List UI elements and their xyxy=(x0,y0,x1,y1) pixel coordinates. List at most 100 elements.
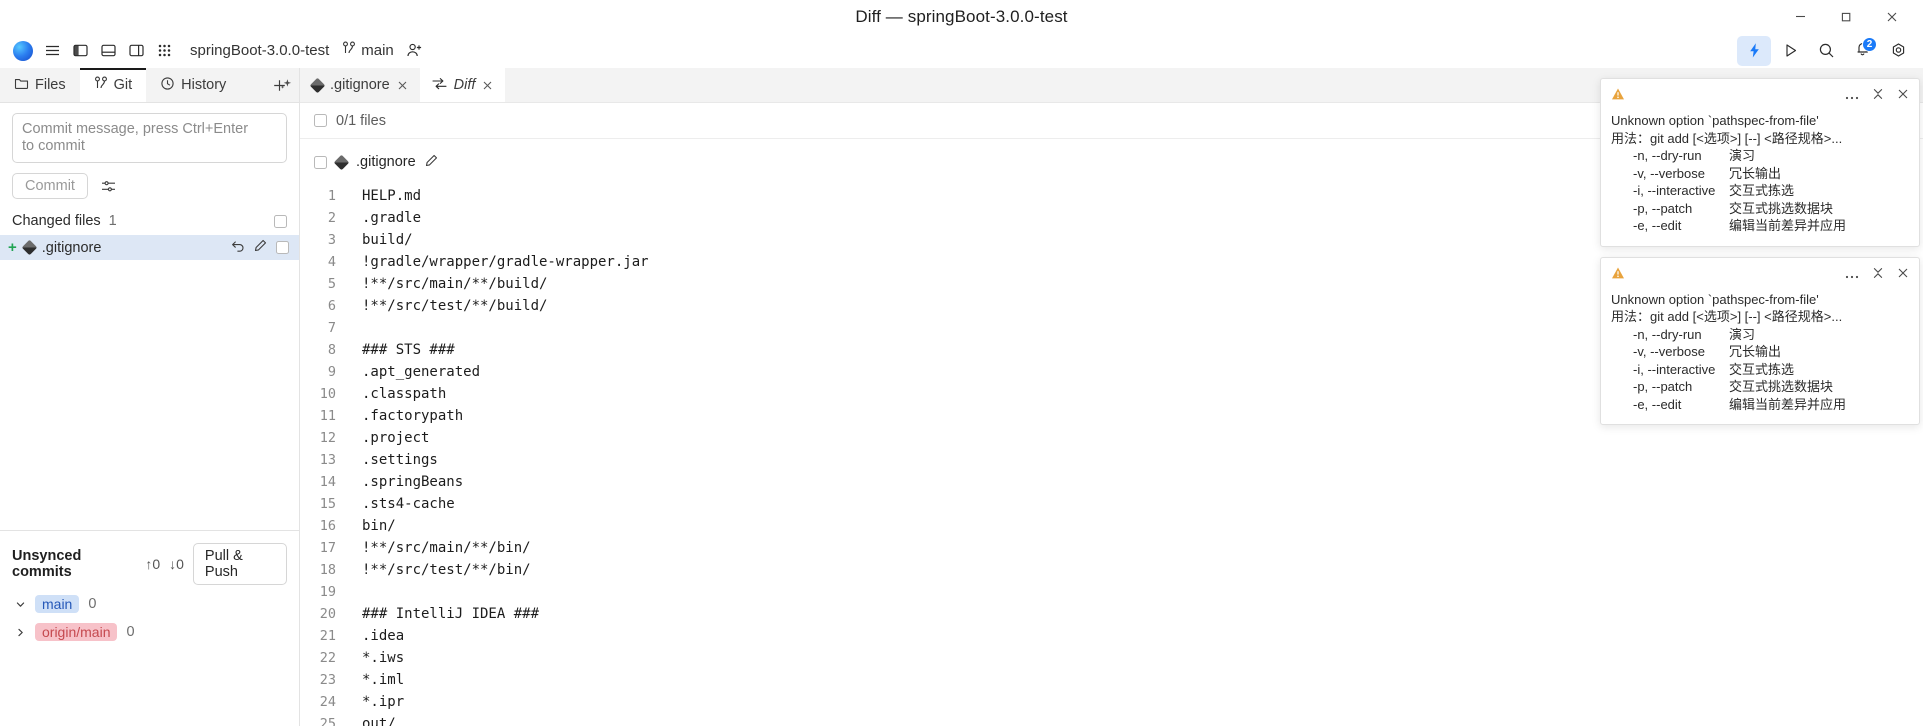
sidebar-tab-history[interactable]: History xyxy=(146,68,241,102)
editor-tab-diff[interactable]: Diff xyxy=(419,68,506,102)
panel-left-icon[interactable] xyxy=(66,37,94,65)
line-text: !**/src/main/**/build/ xyxy=(362,276,548,292)
option-flag: -i, --interactive xyxy=(1633,361,1716,377)
add-user-icon[interactable] xyxy=(401,37,429,65)
more-options-icon[interactable] xyxy=(1845,266,1859,282)
notification-option-row: -v, --verbose 冗长输出 xyxy=(1611,165,1909,183)
commit-message-input[interactable]: Commit message, press Ctrl+Enter to comm… xyxy=(12,113,287,163)
chevron-down-icon[interactable] xyxy=(14,599,26,610)
notification-option-row: -n, --dry-run 演习 xyxy=(1611,147,1909,165)
notification-option-row: -n, --dry-run 演习 xyxy=(1611,326,1909,344)
unsynced-branch-origin-main[interactable]: origin/main 0 xyxy=(0,613,299,641)
search-icon[interactable] xyxy=(1809,36,1843,66)
lightning-bolt-icon[interactable] xyxy=(1737,35,1771,66)
diff-select-all-checkbox[interactable] xyxy=(314,114,327,127)
notification-toast: Unknown option `pathspec-from-file' 用法：gi… xyxy=(1600,256,1920,425)
sliders-icon[interactable] xyxy=(100,178,117,195)
line-text: !gradle/wrapper/gradle-wrapper.jar xyxy=(362,254,649,270)
line-text: HELP.md xyxy=(362,188,422,204)
close-icon[interactable] xyxy=(1897,87,1909,103)
minimize-icon[interactable] xyxy=(1777,0,1823,33)
code-line: 16 bin/ xyxy=(300,515,1923,537)
line-text: *.iws xyxy=(362,650,405,666)
option-description: 交互式挑选数据块 xyxy=(1729,379,1834,394)
line-number: 24 xyxy=(319,694,336,710)
line-number: 11 xyxy=(319,408,336,424)
notification-option-row: -p, --patch 交互式挑选数据块 xyxy=(1611,200,1909,218)
sidebar-tab-history-label: History xyxy=(181,77,227,93)
revert-arrow-icon[interactable] xyxy=(231,239,245,256)
line-number: 22 xyxy=(319,650,336,666)
maximize-icon[interactable] xyxy=(1823,0,1869,33)
line-number: 23 xyxy=(319,672,336,688)
sidebar-file-row-gitignore[interactable]: + .gitignore xyxy=(0,235,299,260)
pencil-icon[interactable] xyxy=(254,239,267,256)
option-flag: -p, --patch xyxy=(1633,379,1693,394)
notification-error-line: Unknown option `pathspec-from-file' xyxy=(1611,113,1819,128)
code-line: 25 out/ xyxy=(300,713,1923,726)
editor-tab-gitignore[interactable]: .gitignore xyxy=(300,68,420,102)
line-text: build/ xyxy=(362,232,413,248)
sidebar-tab-files-label: Files xyxy=(35,77,66,93)
option-description: 冗长输出 xyxy=(1729,165,1782,181)
changed-files-select-all-checkbox[interactable] xyxy=(274,214,287,228)
notification-actions xyxy=(1845,87,1909,103)
app-window: Diff — springBoot-3.0.0-test springBoot-… xyxy=(0,0,1923,726)
changed-files-count: 1 xyxy=(108,213,117,229)
pencil-icon[interactable] xyxy=(425,154,438,171)
line-text: out/ xyxy=(362,716,396,726)
code-line: 24 *.ipr xyxy=(300,691,1923,713)
close-icon[interactable] xyxy=(482,80,493,91)
app-logo-icon[interactable] xyxy=(8,37,38,65)
sidebar: Files Git History Commit message, press … xyxy=(0,68,300,726)
option-description: 演习 xyxy=(1729,326,1756,342)
code-line: 15 .sts4-cache xyxy=(300,493,1923,515)
sidebar-tab-git[interactable]: Git xyxy=(79,68,147,102)
line-text: .sts4-cache xyxy=(362,496,455,512)
option-description: 交互式拣选 xyxy=(1729,361,1795,377)
notification-badge: 2 xyxy=(1862,36,1877,52)
pull-push-button[interactable]: Pull & Push xyxy=(192,543,287,585)
project-name[interactable]: springBoot-3.0.0-test xyxy=(184,38,335,64)
option-description: 交互式挑选数据块 xyxy=(1729,200,1834,216)
commit-message-area: Commit message, press Ctrl+Enter to comm… xyxy=(0,79,299,163)
sparkle-ai-icon[interactable] xyxy=(279,77,293,96)
notification-bell-button[interactable]: 2 xyxy=(1845,36,1879,66)
sidebar-file-actions xyxy=(231,239,289,256)
toolbar-right-actions: 2 xyxy=(1737,33,1915,68)
panel-bottom-icon[interactable] xyxy=(94,37,122,65)
panel-right-icon[interactable] xyxy=(122,37,150,65)
more-options-icon[interactable] xyxy=(1845,87,1859,103)
notification-option-row: -e, --edit 编辑当前差异并应用 xyxy=(1611,217,1909,235)
hamburger-menu-icon[interactable] xyxy=(38,37,66,65)
option-flag: -v, --verbose xyxy=(1633,165,1705,181)
sidebar-file-stage-checkbox[interactable] xyxy=(276,241,289,254)
collapse-icon[interactable] xyxy=(1872,266,1884,282)
line-text: .factorypath xyxy=(362,408,464,424)
line-number: 14 xyxy=(319,474,336,490)
sidebar-tab-files[interactable]: Files xyxy=(0,68,80,102)
gear-icon[interactable] xyxy=(1881,36,1915,66)
chevron-right-icon[interactable] xyxy=(14,627,26,638)
app-grid-icon[interactable] xyxy=(150,37,178,65)
code-line: 17 !**/src/main/**/bin/ xyxy=(300,537,1923,559)
diff-file-checkbox[interactable] xyxy=(314,155,327,169)
unsynced-commits-panel: Unsynced commits ↑0 ↓0 Pull & Push main … xyxy=(0,530,299,726)
collapse-icon[interactable] xyxy=(1872,87,1884,103)
close-icon[interactable] xyxy=(1869,0,1915,33)
close-icon[interactable] xyxy=(1897,266,1909,282)
line-number: 1 xyxy=(327,188,336,204)
close-icon[interactable] xyxy=(397,80,408,91)
commit-actions: Commit xyxy=(0,163,299,199)
line-number: 9 xyxy=(327,364,336,380)
unsynced-branch-main[interactable]: main 0 xyxy=(0,585,299,613)
branch-selector[interactable]: main xyxy=(335,38,401,64)
line-number: 8 xyxy=(327,342,336,358)
notification-option-row: -i, --interactive 交互式拣选 xyxy=(1611,361,1909,379)
editor-tab-diff-label: Diff xyxy=(453,77,476,93)
commit-button[interactable]: Commit xyxy=(12,173,88,199)
run-play-icon[interactable] xyxy=(1773,36,1807,66)
line-number: 12 xyxy=(319,430,336,446)
line-number: 15 xyxy=(319,496,336,512)
line-number: 2 xyxy=(327,210,336,226)
